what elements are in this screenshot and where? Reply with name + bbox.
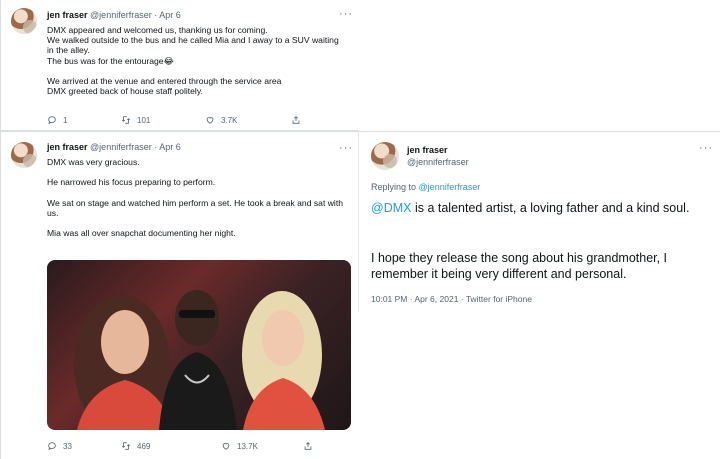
tweet-header: jen fraser @jenniferfraser · Apr 6 [47,10,181,20]
reply-count: 33 [63,441,72,451]
tweet-timestamp[interactable]: 10:01 PM · Apr 6, 2021 · Twitter for iPh… [371,294,532,304]
tweet-card-2[interactable]: jen fraser @jenniferfraser · Apr 6 ··· D… [0,131,358,459]
tweet-text: DMX appeared and welcomed us, thanking u… [47,25,339,97]
avatar[interactable] [11,142,37,168]
separator-dot: · [154,10,158,20]
retweet-icon [121,442,131,450]
replying-to-label: Replying to [371,182,417,192]
mention-link[interactable]: @DMX [371,201,411,215]
like-button[interactable]: 3.7K [205,115,237,125]
retweet-icon [121,116,131,124]
like-button[interactable]: 13.7K [221,441,258,451]
tweet-text: DMX was very gracious. He narrowed his f… [47,157,344,239]
separator-dot: · [154,142,158,152]
reply-count: 1 [63,115,68,125]
tweet-photo[interactable] [47,260,351,430]
author-handle[interactable]: @jenniferfraser [407,157,469,167]
share-button[interactable] [303,441,313,451]
author-handle[interactable]: @jenniferfraser [90,142,152,152]
retweet-button[interactable]: 101 [121,115,150,125]
tweet-card-3[interactable]: jen fraser @jenniferfraser ··· Replying … [358,131,720,312]
more-icon[interactable]: ··· [699,142,713,154]
photo-illustration [74,290,325,430]
more-icon[interactable]: ··· [339,8,353,20]
replying-to: Replying to @jenniferfraser [371,182,480,192]
author-name[interactable]: jen fraser [47,142,88,152]
author-handle[interactable]: @jenniferfraser [90,10,152,20]
share-icon [292,116,300,124]
like-count: 13.7K [237,441,258,451]
reply-button[interactable]: 33 [47,441,72,451]
retweet-count: 469 [137,441,151,451]
author-name[interactable]: jen fraser [407,145,448,155]
retweet-count: 101 [137,115,151,125]
tweet-header: jen fraser @jenniferfraser · Apr 6 [47,142,181,152]
tweet-text-second: I hope they release the song about his g… [371,251,668,281]
avatar[interactable] [371,142,399,170]
heart-icon [222,443,230,450]
heart-icon [206,117,214,124]
tweet-card-1[interactable]: jen fraser @jenniferfraser · Apr 6 ··· D… [0,0,358,131]
avatar[interactable] [11,8,37,34]
tweet-date[interactable]: Apr 6 [159,142,181,152]
reply-button[interactable]: 1 [47,115,67,125]
replying-to-link[interactable]: @jenniferfraser [419,182,481,192]
more-icon[interactable]: ··· [339,142,353,154]
tweet-date[interactable]: Apr 6 [159,10,181,20]
author-name[interactable]: jen fraser [47,10,88,20]
tweet-text-part: is a talented artist, a loving father an… [411,201,690,215]
share-button[interactable] [291,115,301,125]
like-count: 3.7K [221,115,238,125]
share-icon [304,442,312,450]
reply-icon [48,442,56,451]
reply-icon [48,116,56,125]
retweet-button[interactable]: 469 [121,441,150,451]
tweet-actions: 1 101 3.7K [47,115,347,127]
tweet-actions: 33 469 13.7K [47,441,347,453]
tweet-text-main: @DMX is a talented artist, a loving fath… [371,200,711,216]
